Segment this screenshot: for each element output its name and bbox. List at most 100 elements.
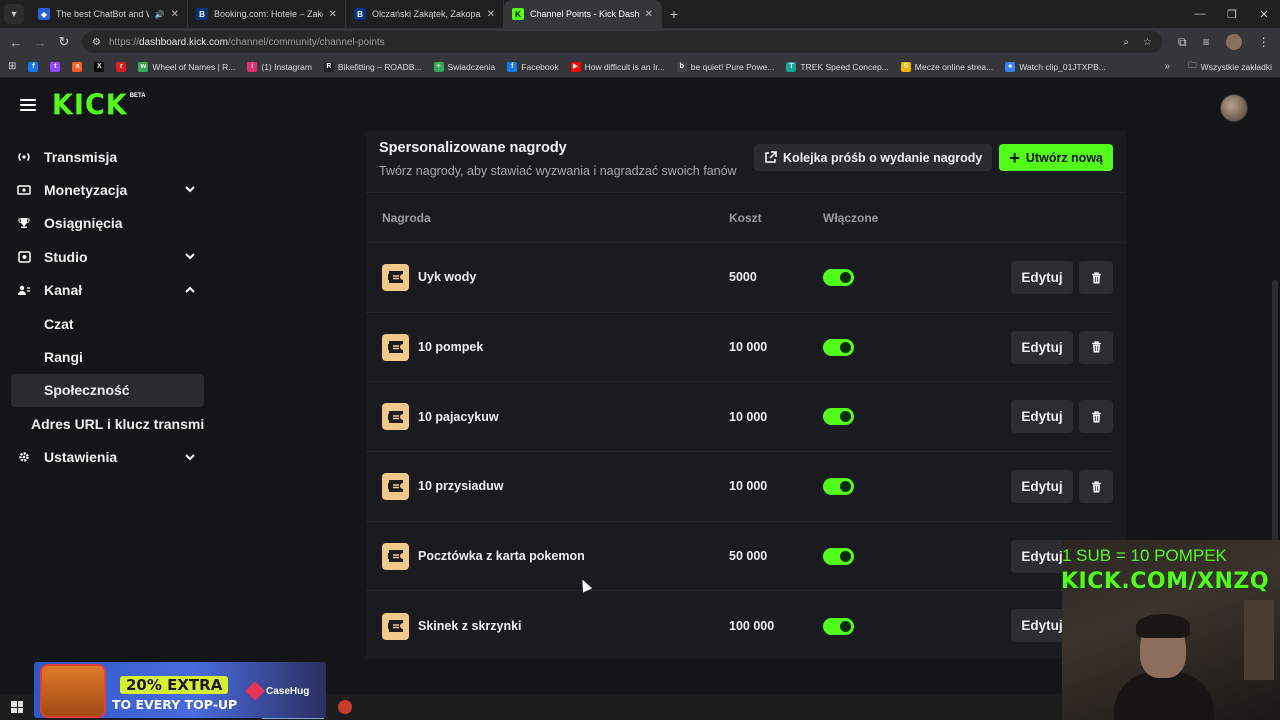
reward-enabled-toggle[interactable]	[823, 617, 854, 635]
bookmark-item[interactable]: a	[72, 61, 83, 72]
bookmark-item[interactable]: + Swiadczenia	[433, 61, 496, 72]
reward-name: Skinek z skrzynki	[418, 619, 522, 634]
reward-enabled-toggle[interactable]	[823, 408, 854, 426]
bookmark-item[interactable]: t	[50, 61, 61, 72]
close-window-icon[interactable]: ✕	[1248, 0, 1280, 28]
reward-ticket-icon	[382, 333, 409, 361]
bookmark-item[interactable]: i (1) Instagram	[247, 61, 312, 72]
windows-start-icon[interactable]	[11, 701, 23, 713]
browser-menu-icon[interactable]: ⋮	[1258, 35, 1270, 49]
hamburger-menu-icon[interactable]	[20, 99, 36, 111]
kick-header: KICK BETA	[0, 79, 1280, 131]
browser-tab[interactable]: K Channel Points - Kick Dashboar ✕	[504, 0, 662, 28]
bookmark-item[interactable]: w Wheel of Names | R...	[138, 61, 235, 72]
bookmark-favicon-icon: t	[50, 61, 61, 72]
tab-favicon-icon: K	[512, 8, 524, 20]
sidebar-item-url-key[interactable]: Adres URL i klucz transmisji	[0, 407, 205, 440]
edit-reward-button[interactable]: Edytuj	[1011, 261, 1073, 294]
bookmark-item[interactable]: f	[28, 61, 39, 72]
bookmark-label: How difficult is an Ir...	[584, 61, 665, 72]
taskbar-app-icon[interactable]	[338, 700, 352, 714]
browser-tab[interactable]: B Booking.com: Hotele – Zakopan ✕	[188, 0, 346, 28]
reward-enabled-toggle[interactable]	[823, 338, 854, 356]
sidebar-item-ustawienia[interactable]: Ustawienia	[0, 441, 220, 474]
column-header-reward: Nagroda	[382, 210, 431, 225]
reward-enabled-toggle[interactable]	[823, 547, 854, 565]
reward-ticket-icon	[382, 542, 409, 570]
kick-logo[interactable]: KICK	[52, 89, 128, 122]
sidebar-item-studio[interactable]: Studio	[0, 240, 220, 273]
apps-grid-icon[interactable]: ⊞	[8, 61, 16, 72]
bookmark-label: Swiadczenia	[447, 61, 496, 72]
reward-enabled-toggle[interactable]	[823, 268, 854, 286]
sidebar-item-transmisja[interactable]: Transmisja	[0, 140, 220, 173]
bookmark-item[interactable]: S Mecze online strea...	[900, 61, 993, 72]
chevron-up-icon[interactable]	[184, 284, 196, 296]
maximize-icon[interactable]: ❐	[1216, 0, 1248, 28]
bookmark-item[interactable]: b be quiet! Pure Powe...	[676, 61, 774, 72]
reward-ticket-icon	[382, 263, 409, 291]
folder-icon: 🗀	[1188, 59, 1197, 70]
new-tab-button[interactable]: +	[662, 6, 686, 22]
sidebar-item-osiagniecia[interactable]: Osiągnięcia	[0, 207, 220, 240]
media-controls-icon[interactable]: ≡	[1203, 35, 1210, 49]
zoom-icon[interactable]: ⌕	[1123, 37, 1129, 48]
table-row: Pocztówka z karta pokemon 50 000 Edytuj	[366, 522, 1113, 592]
delete-reward-button[interactable]	[1079, 330, 1113, 364]
reward-enabled-toggle[interactable]	[823, 477, 854, 495]
bookmark-item[interactable]: f Facebook	[507, 61, 559, 72]
close-tab-icon[interactable]: ✕	[645, 9, 653, 20]
sidebar-item-kanal[interactable]: Kanał	[0, 274, 220, 307]
site-info-icon[interactable]: ⚙	[92, 37, 101, 48]
bookmark-favicon-icon: T	[786, 61, 797, 72]
edit-reward-button[interactable]: Edytuj	[1011, 330, 1073, 364]
chevron-down-icon[interactable]	[184, 250, 196, 262]
sidebar-item-spolecznosc[interactable]: Społeczność	[11, 373, 204, 408]
sidebar-item-rangi[interactable]: Rangi	[0, 340, 220, 373]
reward-ticket-icon	[382, 612, 409, 640]
edit-reward-button[interactable]: Edytuj	[1011, 470, 1073, 504]
browser-tab[interactable]: B Olczański Zakątek, Zakopane (a ✕	[346, 0, 504, 28]
delete-reward-button[interactable]	[1079, 261, 1113, 294]
reload-icon[interactable]: ↻	[52, 34, 76, 50]
sidebar-item-monetyzacja[interactable]: Monetyzacja	[0, 173, 220, 206]
redemption-queue-button[interactable]: Kolejka próśb o wydanie nagrody	[754, 144, 993, 171]
edit-reward-button[interactable]: Edytuj	[1011, 400, 1073, 434]
bookmark-item[interactable]: ▶ How difficult is an Ir...	[570, 61, 665, 72]
sponsor-banner[interactable]: 20% EXTRA TO EVERY TOP-UP CaseHug	[34, 662, 326, 718]
bookmark-item[interactable]: X	[94, 61, 105, 72]
browser-tab[interactable]: ◆ The best ChatBot and Widg 🔊 ✕	[30, 0, 188, 28]
minimize-icon[interactable]: —	[1184, 0, 1216, 28]
bookmark-item[interactable]: ● Watch clip_01JTXPB...	[1005, 61, 1106, 72]
table-header: Nagroda Koszt Włączone	[366, 193, 1126, 243]
close-tab-icon[interactable]: ✕	[487, 9, 495, 20]
forward-icon[interactable]: →	[28, 35, 52, 50]
bookmark-favicon-icon: b	[676, 61, 687, 72]
sidebar-item-czat[interactable]: Czat	[0, 307, 220, 340]
bookmarks-overflow-icon[interactable]: »	[1164, 61, 1170, 72]
chevron-down-icon[interactable]	[184, 183, 196, 195]
back-icon[interactable]: ←	[4, 35, 28, 50]
casehug-logo: CaseHug	[245, 681, 309, 701]
reward-cost: 10 000	[729, 409, 768, 424]
all-bookmarks-button[interactable]: 🗀 Wszystkie zakładki	[1188, 60, 1272, 74]
delete-reward-button[interactable]	[1079, 470, 1113, 504]
bookmark-favicon-icon: w	[138, 61, 149, 72]
create-new-reward-button[interactable]: + Utwórz nową	[999, 144, 1113, 171]
delete-reward-button[interactable]	[1079, 400, 1113, 434]
chevron-down-icon[interactable]	[184, 451, 196, 463]
speaker-icon[interactable]: 🔊	[155, 10, 165, 19]
url-input[interactable]: ⚙ https://dashboard.kick.com/channel/com…	[82, 31, 1162, 53]
close-tab-icon[interactable]: ✕	[171, 9, 179, 20]
extensions-icon[interactable]: ⧉	[1178, 35, 1187, 50]
bookmark-item[interactable]: T TREK Speed Concep...	[786, 61, 889, 72]
bookmark-item[interactable]: R Bikefitting – ROADB...	[323, 61, 422, 72]
close-tab-icon[interactable]: ✕	[329, 9, 337, 20]
profile-avatar[interactable]	[1225, 34, 1242, 50]
table-row: Uyk wody 5000 Edytuj	[366, 243, 1113, 313]
user-avatar[interactable]	[1220, 94, 1248, 122]
bookmark-item[interactable]: r	[116, 61, 127, 72]
bookmark-star-icon[interactable]: ☆	[1143, 37, 1152, 48]
reward-ticket-icon	[382, 403, 409, 431]
tab-search-icon[interactable]: ▾	[4, 4, 24, 24]
